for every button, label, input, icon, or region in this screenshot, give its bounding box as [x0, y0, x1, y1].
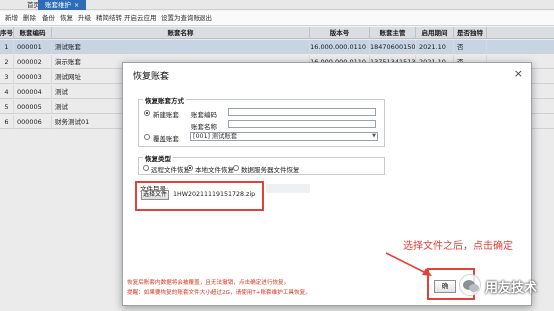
ok-button[interactable]: 确 — [434, 280, 456, 293]
close-icon[interactable]: × — [74, 2, 79, 9]
close-icon[interactable]: × — [514, 67, 523, 80]
account-select-value: [001] 测试账套 — [193, 133, 238, 140]
radio-new-account-label: 新建账套 — [153, 111, 179, 119]
radio-overwrite-account-label: 覆盖账套 — [153, 135, 179, 143]
radio-local-restore[interactable] — [187, 165, 193, 171]
account-name-input[interactable] — [228, 120, 376, 128]
toolbar: 新增 删除 备份 恢复 升级 精简结转 开启云应用 设置为查询账 退出 — [0, 11, 554, 26]
toolbar-cloud-button[interactable]: 开启云应用 — [124, 14, 157, 23]
toolbar-restore-button[interactable]: 恢复 — [60, 14, 73, 23]
radio-server-restore[interactable] — [233, 165, 239, 171]
radio-remote-restore[interactable] — [143, 165, 149, 171]
radio-local-restore-label: 本地文件恢复 — [195, 166, 234, 174]
file-path-field — [266, 184, 310, 193]
tab-account-maintenance[interactable]: 账套维护 × — [38, 0, 87, 10]
radio-overwrite-account[interactable] — [144, 134, 150, 140]
restore-type-label: 恢复类型 — [143, 153, 173, 163]
warning-note: 恢复后账套内数据将会被覆盖，且无法撤销，点击确定进行恢复。 — [127, 280, 290, 286]
tab-bar: 首页 账套维护 × — [0, 0, 554, 10]
account-code-input[interactable] — [228, 108, 376, 116]
watermark: 用友技术 — [459, 270, 554, 300]
tab-account-maintenance-label: 账套维护 — [45, 1, 71, 9]
size-reminder-note: 提醒：如果要恢复的账套文件大小超过2G，请使用T+账套维护工具恢复。 — [127, 290, 311, 296]
restore-mode-label: 恢复账套方式 — [143, 95, 186, 105]
account-code-label: 账套编码 — [191, 111, 217, 119]
choose-file-button[interactable]: 选择文件 — [141, 190, 169, 200]
account-select[interactable]: [001] 测试账套 ▼ — [190, 132, 378, 141]
toolbar-exit-button[interactable]: 退出 — [199, 14, 212, 23]
radio-server-restore-label: 数据服务器文件恢复 — [241, 166, 300, 174]
toolbar-upgrade-button[interactable]: 升级 — [78, 14, 91, 23]
toolbar-simplify-button[interactable]: 精简结转 — [96, 14, 122, 23]
radio-remote-restore-label: 远程文件恢复 — [151, 166, 190, 174]
watermark-text: 用友技术 — [485, 281, 538, 296]
toolbar-backup-button[interactable]: 备份 — [42, 14, 55, 23]
chevron-down-icon: ▼ — [372, 133, 376, 139]
toolbar-new-button[interactable]: 新增 — [5, 14, 18, 23]
wechat-logo-icon — [459, 274, 481, 296]
toolbar-query-account-button[interactable]: 设置为查询账 — [161, 14, 200, 23]
account-name-label: 账套名称 — [191, 123, 217, 131]
radio-new-account[interactable] — [144, 110, 150, 116]
toolbar-delete-button[interactable]: 删除 — [23, 14, 36, 23]
selected-file-name: 1HW20211119151728.zip — [173, 191, 256, 198]
dialog-title: 恢复账套 — [133, 72, 170, 82]
